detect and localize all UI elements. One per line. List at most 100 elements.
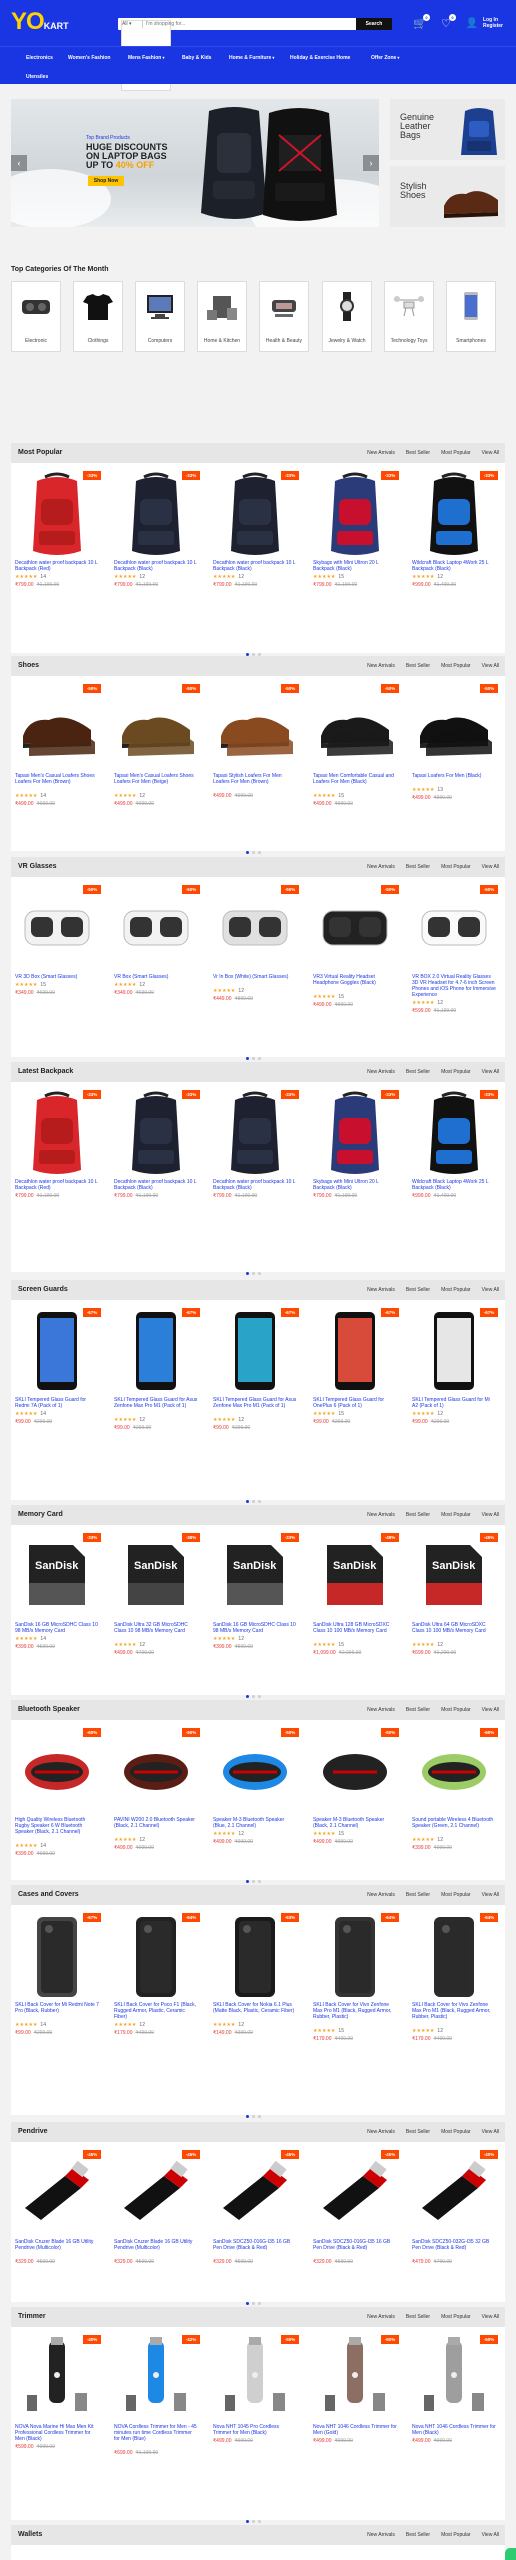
tab-view-all[interactable]: View All xyxy=(482,450,499,456)
product-name-link[interactable]: SanDisk Cruzer Blade 16 GB Utility Pendr… xyxy=(114,2239,198,2251)
product-card[interactable]: -50% Tapasi Men Comfortable Casual and Lo… xyxy=(311,684,399,834)
tab-new-arrivals[interactable]: New Arrivals xyxy=(367,1069,395,1075)
product-image[interactable] xyxy=(114,471,198,555)
tab-new-arrivals[interactable]: New Arrivals xyxy=(367,2314,395,2320)
tab-best-seller[interactable]: Best Seller xyxy=(406,1512,430,1518)
product-image[interactable]: SanDisk xyxy=(313,1533,397,1617)
carousel-dot[interactable] xyxy=(246,1057,249,1060)
product-card[interactable]: -50% Nova NHT 1046 Cordless Trimmer for M… xyxy=(311,2335,399,2485)
carousel-dot[interactable] xyxy=(252,2302,255,2305)
hero-prev-arrow[interactable]: ‹ xyxy=(11,155,27,171)
product-image[interactable]: SanDisk xyxy=(213,1533,297,1617)
product-card[interactable]: -67% SKLI Tempered Glass Guard for Redmi … xyxy=(13,1308,101,1458)
product-image[interactable] xyxy=(412,1090,496,1174)
product-name-link[interactable]: SKLI Tempered Glass Guard for Asus Zenfo… xyxy=(213,1397,297,1409)
product-image[interactable] xyxy=(213,1913,297,1997)
product-card[interactable]: -45% SanDisk SDCZ50-016G-I35 16 GB Pen Dr… xyxy=(211,2150,299,2300)
product-name-link[interactable]: Tapasi Men's Casual Loafers Shoes Loafer… xyxy=(15,773,99,785)
category-card[interactable]: Computers xyxy=(135,281,185,352)
tab-view-all[interactable]: View All xyxy=(482,1892,499,1898)
product-image[interactable] xyxy=(412,1728,496,1812)
product-card[interactable]: -63% SKLI Back Cover for Nokia 6.1 Plus (… xyxy=(211,1913,299,2063)
search-button[interactable]: Search xyxy=(356,18,392,30)
product-card[interactable]: -67% SKLI Tempered Glass Guard for OnePlu… xyxy=(311,1308,399,1458)
nav-item-holiday-exercise[interactable]: Holiday & Exercise Home xyxy=(290,55,350,61)
product-name-link[interactable]: SKLI Back Cover for Vivo Zenfone Max Pro… xyxy=(412,2002,496,2020)
product-image[interactable] xyxy=(114,1308,198,1392)
tab-most-popular[interactable]: Most Popular xyxy=(441,1707,470,1713)
search-input[interactable] xyxy=(146,19,346,29)
product-card[interactable]: -67% SKLI Tempered Glass Guard for Asus Z… xyxy=(211,1308,299,1458)
category-card[interactable]: Technology Toys xyxy=(384,281,434,352)
product-card[interactable]: -50% Tapasi Men's Casual Loafers Shoes Lo… xyxy=(13,684,101,834)
tab-new-arrivals[interactable]: New Arrivals xyxy=(367,2532,395,2538)
product-image[interactable] xyxy=(15,1308,99,1392)
tab-new-arrivals[interactable]: New Arrivals xyxy=(367,450,395,456)
product-name-link[interactable]: Decathlon water proof backpack 10 L Back… xyxy=(114,1179,198,1191)
tab-most-popular[interactable]: Most Popular xyxy=(441,1892,470,1898)
product-card[interactable]: -64% SKLI Back Cover for Poco F1 (Black, … xyxy=(112,1913,200,2063)
tab-most-popular[interactable]: Most Popular xyxy=(441,663,470,669)
product-card[interactable]: -33% Decathlon water proof backpack 10 L … xyxy=(13,471,101,621)
product-card[interactable]: -33% Decathlon water proof backpack 10 L … xyxy=(211,1090,299,1240)
product-name-link[interactable]: Tapasi Stylish Loafers For Men Loafers F… xyxy=(213,773,297,785)
product-image[interactable] xyxy=(114,885,198,969)
product-card[interactable]: -33% Skybags with Mini Ultron 20 L Backpa… xyxy=(311,1090,399,1240)
product-name-link[interactable]: NOVA Cordless Trimmer for Men - 45 minut… xyxy=(114,2424,198,2442)
product-image[interactable] xyxy=(313,471,397,555)
carousel-dot[interactable] xyxy=(258,851,261,854)
carousel-dot[interactable] xyxy=(246,1500,249,1503)
site-logo[interactable]: YOKART xyxy=(11,10,69,34)
product-image[interactable] xyxy=(412,1308,496,1392)
product-card[interactable]: -33% Wildcraft Black Laptop 4Work 25 L Ba… xyxy=(410,1090,498,1240)
tab-most-popular[interactable]: Most Popular xyxy=(441,1287,470,1293)
cart-icon[interactable]: 🛒 0 xyxy=(413,14,430,31)
product-card[interactable]: -33% Decathlon water proof backpack 10 L … xyxy=(13,1090,101,1240)
carousel-dot[interactable] xyxy=(246,2115,249,2118)
product-image[interactable] xyxy=(114,1090,198,1174)
product-image[interactable] xyxy=(15,2150,99,2234)
product-image[interactable] xyxy=(15,1913,99,1997)
carousel-dot[interactable] xyxy=(252,1500,255,1503)
tab-new-arrivals[interactable]: New Arrivals xyxy=(367,1707,395,1713)
product-image[interactable] xyxy=(213,1090,297,1174)
tab-best-seller[interactable]: Best Seller xyxy=(406,2532,430,2538)
side-banner-bags[interactable]: Genuine Leather Bags xyxy=(390,99,505,160)
product-name-link[interactable]: SanDisk SDCZ50-016G-I35 16 GB Pen Drive … xyxy=(313,2239,397,2251)
product-name-link[interactable]: Wildcraft Black Laptop 4Work 25 L Backpa… xyxy=(412,1179,496,1191)
product-image[interactable] xyxy=(313,1308,397,1392)
tab-view-all[interactable]: View All xyxy=(482,1707,499,1713)
product-card[interactable]: SanDisk -33% SanDisk 16 GB MicroSDHC Class… xyxy=(13,1533,101,1683)
nav-item-electronics[interactable]: Electronics xyxy=(26,55,53,61)
product-card[interactable]: -50% Nova NHT 1045 Pro Cordless Trimmer f… xyxy=(211,2335,299,2485)
hero-banner[interactable]: Top Brand Products HUGE DISCOUNTS ON LAPT… xyxy=(11,99,379,227)
carousel-dot[interactable] xyxy=(258,1880,261,1883)
chat-widget-button[interactable] xyxy=(505,2548,516,2560)
product-card[interactable]: SanDisk -38% SanDisk Ultra 32 GB MicroSDHC… xyxy=(112,1533,200,1683)
category-card[interactable]: Jewelry & Watch xyxy=(322,281,372,352)
product-name-link[interactable]: SKLI Tempered Glass Guard for OnePlus 6 … xyxy=(313,1397,397,1409)
category-card[interactable]: Clothings xyxy=(73,281,123,352)
carousel-dot[interactable] xyxy=(258,1057,261,1060)
product-name-link[interactable]: SanDisk Ultra 32 GB MicroSDHC Class 10 9… xyxy=(114,1622,198,1634)
product-name-link[interactable]: SanDisk SDCZ50-016G-I35 16 GB Pen Drive … xyxy=(213,2239,297,2251)
product-name-link[interactable]: SKLI Back Cover for Mi Redmi Note 7 Pro … xyxy=(15,2002,99,2014)
tab-view-all[interactable]: View All xyxy=(482,864,499,870)
product-card[interactable]: -67% SKLI Back Cover for Mi Redmi Note 7 … xyxy=(13,1913,101,2063)
product-card[interactable]: -45% SanDisk Cruzer Blade 16 GB Utility P… xyxy=(13,2150,101,2300)
tab-most-popular[interactable]: Most Popular xyxy=(441,1512,470,1518)
product-image[interactable] xyxy=(313,1090,397,1174)
product-card[interactable]: -50% VR Box (Smart Glasses) ★★★★★ 12 ₹349.00… xyxy=(112,885,200,1035)
product-image[interactable] xyxy=(313,1913,397,1997)
product-name-link[interactable]: VR3 Virtual Reality Headset Headphone Go… xyxy=(313,974,397,986)
product-card[interactable]: -50% Tapasi Loafers For Men (Black) ★★★★★ 1… xyxy=(410,684,498,834)
tab-most-popular[interactable]: Most Popular xyxy=(441,450,470,456)
product-image[interactable] xyxy=(15,885,99,969)
product-card[interactable]: -50% Tapasi Men's Casual Loafers Shoes Lo… xyxy=(112,684,200,834)
nav-item-utensiles[interactable]: Utensiles xyxy=(26,74,48,80)
product-name-link[interactable]: Sound portable Wireless 4 Bluetooth Spea… xyxy=(412,1817,496,1829)
product-image[interactable]: SanDisk xyxy=(412,1533,496,1617)
product-name-link[interactable]: SKLI Back Cover for Poco F1 (Black, Rugg… xyxy=(114,2002,198,2020)
product-image[interactable] xyxy=(313,2150,397,2234)
carousel-dot[interactable] xyxy=(246,1880,249,1883)
